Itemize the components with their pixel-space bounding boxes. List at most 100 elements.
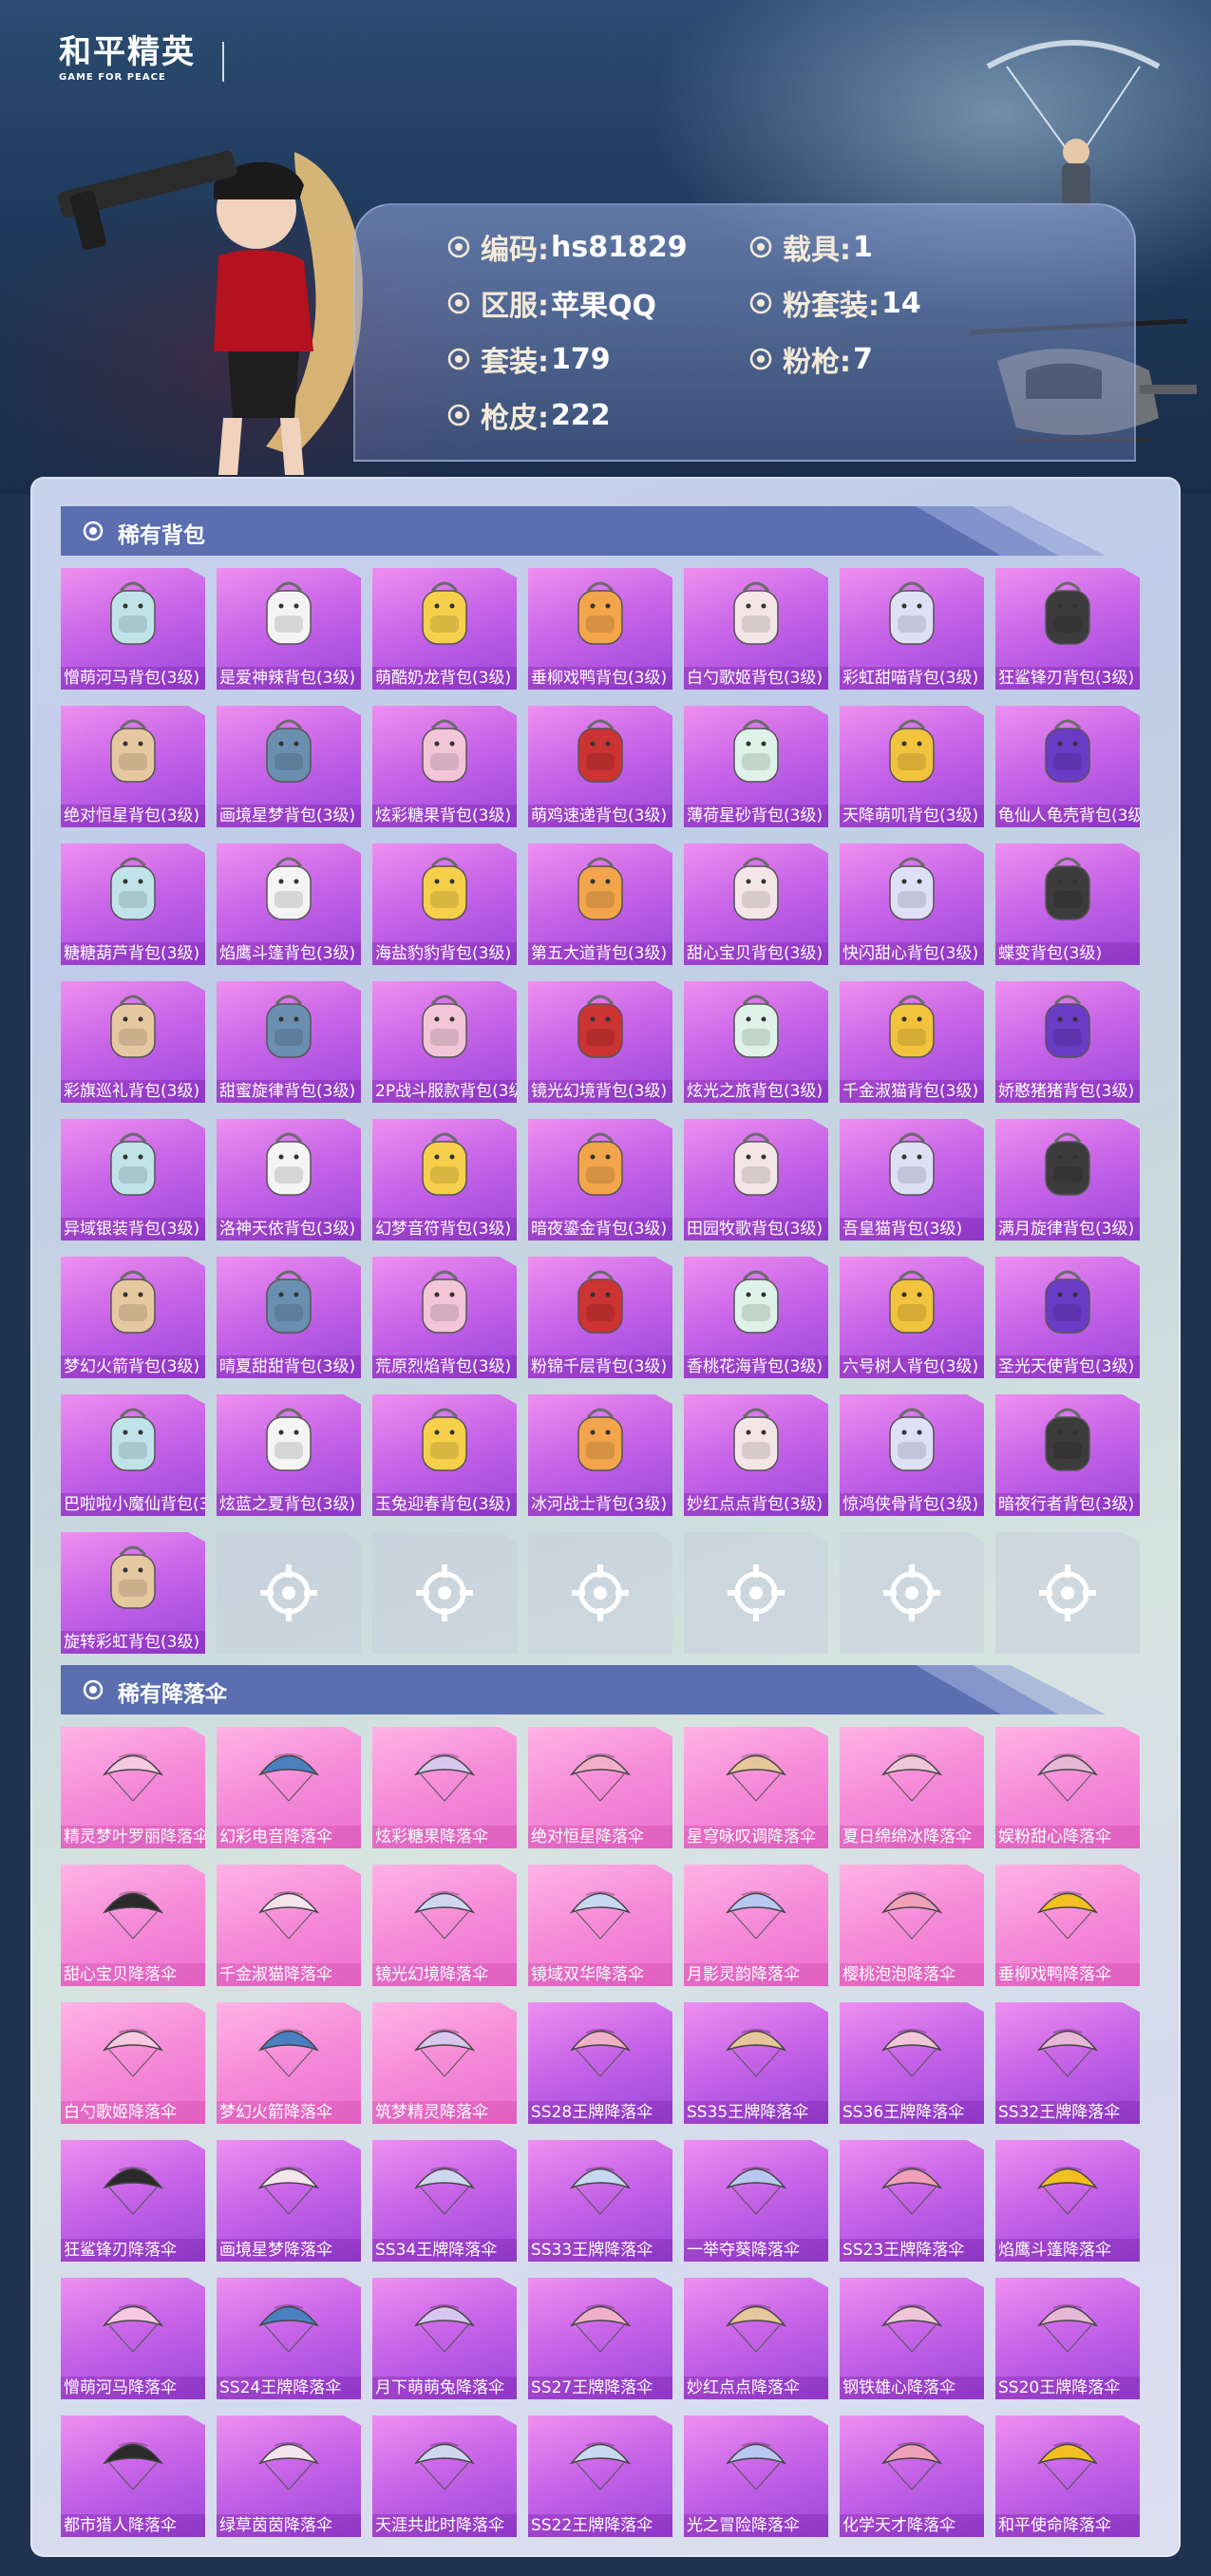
item-card[interactable]: 月下萌萌兔降落伞 [372, 2278, 517, 2406]
item-card[interactable]: 镜域双华降落伞 [528, 1865, 672, 1993]
item-card[interactable]: SS27王牌降落伞 [528, 2278, 672, 2406]
item-card[interactable]: 满月旋律背包(3级) [995, 1119, 1140, 1247]
item-card[interactable]: 薄荷星砂背包(3级) [684, 706, 828, 834]
item-card[interactable]: 画境星梦背包(3级) [217, 706, 361, 834]
item-card[interactable]: SS35王牌降落伞 [684, 2002, 828, 2131]
item-card[interactable]: 月影灵韵降落伞 [684, 1865, 828, 1993]
item-card[interactable]: 夏日绵绵冰降落伞 [840, 1727, 984, 1855]
item-card[interactable]: 妙红点点背包(3级) [684, 1394, 828, 1523]
item-card[interactable]: 巴啦啦小魔仙背包(3级) [61, 1394, 205, 1523]
item-card[interactable]: 快闪甜心背包(3级) [840, 843, 984, 972]
item-card[interactable]: 绝对恒星降落伞 [528, 1727, 672, 1855]
item-card[interactable]: SS23王牌降落伞 [840, 2140, 984, 2268]
item-card[interactable]: 焰鹰斗篷降落伞 [995, 2140, 1140, 2268]
item-card[interactable]: 狂鲨锋刃降落伞 [61, 2140, 205, 2268]
item-card[interactable]: 异域银装背包(3级) [61, 1119, 205, 1247]
item-card[interactable]: 蝶变背包(3级) [995, 843, 1140, 972]
item-card[interactable]: 圣光天使背包(3级) [995, 1257, 1140, 1385]
item-card[interactable]: 香桃花海背包(3级) [684, 1257, 828, 1385]
item-card[interactable]: 玉兔迎春背包(3级) [372, 1394, 517, 1523]
item-card[interactable]: 都市猎人降落伞 [61, 2415, 205, 2544]
item-card[interactable]: 千金淑猫背包(3级) [840, 981, 984, 1109]
item-card[interactable]: 幻彩电音降落伞 [217, 1727, 361, 1855]
item-card[interactable]: 梦幻火箭背包(3级) [61, 1257, 205, 1385]
item-card[interactable]: 甜蜜旋律背包(3级) [217, 981, 361, 1109]
item-card[interactable]: 暗夜鎏金背包(3级) [528, 1119, 672, 1247]
item-card[interactable]: 星穹咏叹调降落伞 [684, 1727, 828, 1855]
item-card[interactable]: 炫彩糖果背包(3级) [372, 706, 517, 834]
item-card[interactable]: SS34王牌降落伞 [372, 2140, 517, 2268]
item-card[interactable]: 萌酷奶龙背包(3级) [372, 568, 517, 696]
item-card[interactable]: 焰鹰斗篷背包(3级) [217, 843, 361, 972]
parachute-icon [569, 2167, 632, 2215]
item-card[interactable]: 惊鸿侠骨背包(3级) [840, 1394, 984, 1523]
item-card[interactable]: 樱桃泡泡降落伞 [840, 1865, 984, 1993]
item-card[interactable]: SS36王牌降落伞 [840, 2002, 984, 2131]
item-card[interactable]: SS20王牌降落伞 [995, 2278, 1140, 2406]
item-card[interactable]: 镜光幻境背包(3级) [528, 981, 672, 1109]
item-card[interactable]: SS32王牌降落伞 [995, 2002, 1140, 2131]
backpack-icon [733, 1132, 779, 1196]
item-card[interactable]: 憎萌河马背包(3级) [61, 568, 205, 696]
item-card[interactable]: 妙红点点降落伞 [684, 2278, 828, 2406]
item-card-bg: 甜蜜旋律背包(3级) [217, 981, 361, 1103]
item-card[interactable]: 绿草茵茵降落伞 [217, 2415, 361, 2544]
item-card[interactable]: 光之冒险降落伞 [684, 2415, 828, 2544]
item-card[interactable]: 粉锦千层背包(3级) [528, 1257, 672, 1385]
hero-banner: 和平精英 GAME FOR PEACE 编码: hs81829 载具: 1 区服… [0, 0, 1211, 494]
item-card[interactable]: SS22王牌降落伞 [528, 2415, 672, 2544]
item-card[interactable]: 梦幻火箭降落伞 [217, 2002, 361, 2131]
item-card[interactable]: 糖糖葫芦背包(3级) [61, 843, 205, 972]
item-card[interactable]: 钢铁雄心降落伞 [840, 2278, 984, 2406]
item-card[interactable]: 冰河战士背包(3级) [528, 1394, 672, 1523]
item-card[interactable]: SS28王牌降落伞 [528, 2002, 672, 2131]
backpack-icon [577, 857, 623, 920]
item-card[interactable]: 彩虹甜喵背包(3级) [840, 568, 984, 696]
item-card[interactable]: 镜光幻境降落伞 [372, 1865, 517, 1993]
item-card[interactable]: 是爱神辣背包(3级) [217, 568, 361, 696]
item-card[interactable]: 炫蓝之夏背包(3级) [217, 1394, 361, 1523]
item-card[interactable]: 萌鸡速递背包(3级) [528, 706, 672, 834]
item-card[interactable]: 龟仙人龟壳背包(3级) [995, 706, 1140, 834]
item-card[interactable]: 天降萌叽背包(3级) [840, 706, 984, 834]
item-card[interactable]: 白勺歌姬背包(3级) [684, 568, 828, 696]
item-card[interactable]: 白勺歌姬降落伞 [61, 2002, 205, 2131]
item-card[interactable]: 海盐豹豹背包(3级) [372, 843, 517, 972]
item-card[interactable]: 甜心宝贝背包(3级) [684, 843, 828, 972]
item-card[interactable]: 垂柳戏鸭降落伞 [995, 1865, 1140, 1993]
item-card[interactable]: 一举夺葵降落伞 [684, 2140, 828, 2268]
item-card[interactable]: 荒原烈焰背包(3级) [372, 1257, 517, 1385]
item-card[interactable]: 千金淑猫降落伞 [217, 1865, 361, 1993]
item-card[interactable]: 幻梦音符背包(3级) [372, 1119, 517, 1247]
item-card[interactable]: 炫彩糖果降落伞 [372, 1727, 517, 1855]
item-card[interactable]: 画境星梦降落伞 [217, 2140, 361, 2268]
item-card[interactable]: SS24王牌降落伞 [217, 2278, 361, 2406]
item-card[interactable]: 化学天才降落伞 [840, 2415, 984, 2544]
item-card[interactable]: 甜心宝贝降落伞 [61, 1865, 205, 1993]
item-card[interactable]: 娱粉甜心降落伞 [995, 1727, 1140, 1855]
item-card[interactable]: 天涯共此时降落伞 [372, 2415, 517, 2544]
item-card[interactable]: 2P战斗服款背包(3级) [372, 981, 517, 1109]
item-card[interactable]: 洛神天依背包(3级) [217, 1119, 361, 1247]
item-card-bg: 妙红点点背包(3级) [684, 1394, 828, 1516]
item-card[interactable]: 垂柳戏鸭背包(3级) [528, 568, 672, 696]
item-card[interactable]: 吾皇猫背包(3级) [840, 1119, 984, 1247]
item-card[interactable]: 暗夜行者背包(3级) [995, 1394, 1140, 1523]
item-card[interactable]: 狂鲨锋刃背包(3级) [995, 568, 1140, 696]
item-card[interactable]: 炫光之旅背包(3级) [684, 981, 828, 1109]
item-card[interactable]: 晴夏甜甜背包(3级) [217, 1257, 361, 1385]
backpack-icon [110, 1132, 156, 1196]
item-card[interactable]: 田园牧歌背包(3级) [684, 1119, 828, 1247]
item-card[interactable]: 憎萌河马降落伞 [61, 2278, 205, 2406]
item-card[interactable]: 第五大道背包(3级) [528, 843, 672, 972]
item-card[interactable]: 精灵梦叶罗丽降落伞 [61, 1727, 205, 1855]
item-card[interactable]: 旋转彩虹背包(3级) [61, 1532, 205, 1660]
item-card[interactable]: 和平使命降落伞 [995, 2415, 1140, 2544]
item-card[interactable]: 筑梦精灵降落伞 [372, 2002, 517, 2131]
backpack-icon [422, 1408, 467, 1471]
item-card[interactable]: 娇憨猪猪背包(3级) [995, 981, 1140, 1109]
item-card[interactable]: SS33王牌降落伞 [528, 2140, 672, 2268]
item-card[interactable]: 彩旗巡礼背包(3级) [61, 981, 205, 1109]
item-card[interactable]: 绝对恒星背包(3级) [61, 706, 205, 834]
item-card[interactable]: 六号树人背包(3级) [840, 1257, 984, 1385]
